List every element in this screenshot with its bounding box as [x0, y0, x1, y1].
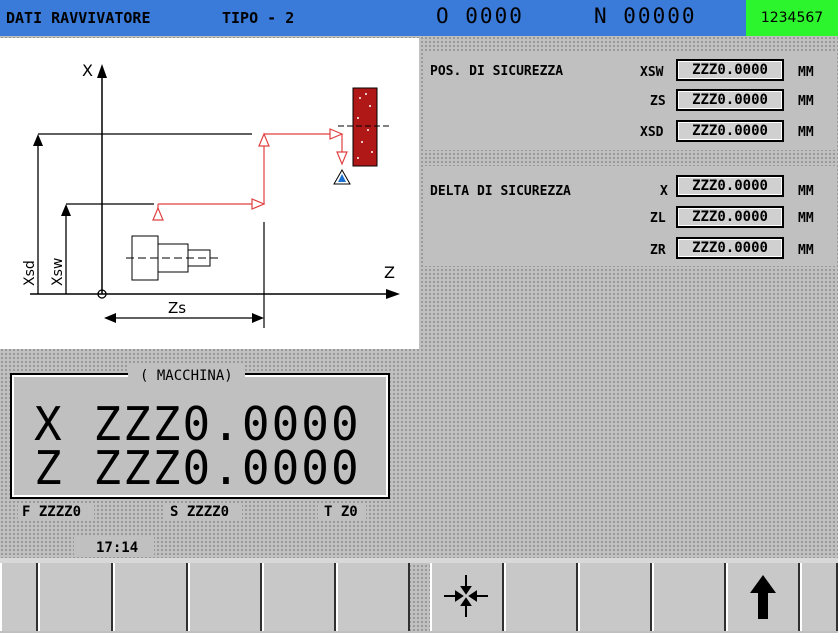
safety-delta-title: DELTA DI SICUREZZA — [430, 184, 571, 199]
z-position-row: Z ZZZ0.0000 — [34, 445, 361, 491]
delta-x-unit: MM — [798, 184, 814, 199]
softkey-8[interactable] — [504, 563, 578, 631]
softkey-gap — [410, 563, 430, 631]
move-center-icon — [444, 575, 488, 617]
delta-x-label: X — [660, 184, 668, 199]
softkey-9[interactable] — [578, 563, 652, 631]
xsd-input[interactable]: ZZZ0.0000 — [676, 120, 784, 142]
machine-title: ( MACCHINA) — [140, 368, 233, 384]
program-number: O 0000 — [436, 4, 524, 28]
header-bar: DATI RAVVIVATORE TIPO - 2 O 0000 N 00000 — [0, 0, 838, 36]
softkey-up[interactable] — [726, 563, 800, 631]
zs-input[interactable]: ZZZ0.0000 — [676, 89, 784, 111]
id-box: 1234567 — [746, 0, 838, 36]
delta-zl-input[interactable]: ZZZ0.0000 — [676, 206, 784, 228]
softkey-5[interactable] — [262, 563, 336, 631]
softkey-center-move[interactable] — [430, 563, 504, 631]
block-number: N 00000 — [594, 4, 697, 28]
zs-unit: MM — [798, 94, 814, 109]
spindle-speed-value: S ZZZZ0 — [170, 504, 230, 520]
softkey-12[interactable] — [800, 563, 838, 631]
axis-z-label: Z — [384, 263, 395, 282]
xsw-label: XSW — [640, 65, 664, 80]
xsd-label: Xsd — [22, 260, 38, 286]
softkey-1[interactable] — [0, 563, 38, 631]
clock-time: 17:14 — [96, 540, 139, 556]
softkey-10[interactable] — [652, 563, 726, 631]
delta-zl-label: ZL — [650, 211, 666, 226]
xsw-unit: MM — [798, 65, 814, 80]
dresser-diagram-svg: X Z Xsd Xsw Zs — [22, 61, 400, 328]
machine-position-box: ( MACCHINA) X ZZZ0.0000 Z ZZZ0.0000 — [10, 365, 390, 499]
xsw-input[interactable]: ZZZ0.0000 — [676, 59, 784, 81]
delta-zr-input[interactable]: ZZZ0.0000 — [676, 237, 784, 259]
safety-position-title: POS. DI SICUREZZA — [430, 64, 564, 79]
tool-value: T Z0 — [324, 504, 358, 520]
xsd-unit: MM — [798, 125, 814, 140]
screen-title: DATI RAVVIVATORE — [6, 9, 151, 27]
softkey-6[interactable] — [336, 563, 410, 631]
xsw-label: Xsw — [50, 258, 66, 286]
softkey-2[interactable] — [38, 563, 113, 631]
up-arrow-icon — [750, 575, 776, 619]
softkey-3[interactable] — [113, 563, 188, 631]
type-label: TIPO - 2 — [222, 9, 295, 27]
z-position-value: ZZZ0.0000 — [93, 441, 361, 495]
feed-value: F ZZZZ0 — [22, 504, 82, 520]
dresser-diagram: X Z Xsd Xsw Zs — [0, 38, 419, 349]
axis-x-label: X — [82, 61, 93, 80]
delta-x-input[interactable]: ZZZ0.0000 — [676, 175, 784, 197]
delta-zr-unit: MM — [798, 243, 814, 258]
xsd-label: XSD — [640, 125, 664, 140]
softkey-4[interactable] — [188, 563, 262, 631]
zs-label: ZS — [650, 94, 666, 109]
delta-zr-label: ZR — [650, 243, 666, 258]
z-axis-letter: Z — [34, 441, 64, 495]
zs-label: Zs — [168, 299, 186, 317]
delta-zl-unit: MM — [798, 211, 814, 226]
